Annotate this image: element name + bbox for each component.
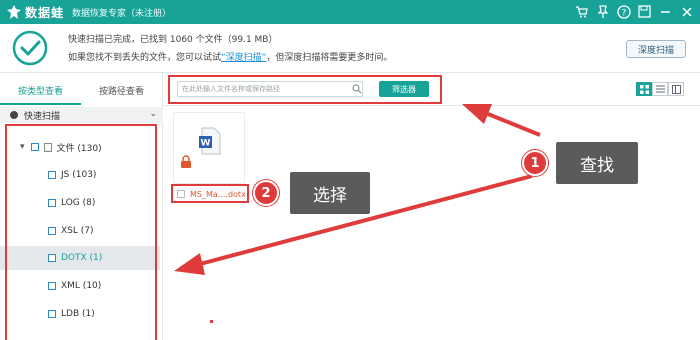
scan-status-panel: 快速扫描已完成，已找到 1060 个文件（99.1 MB） 如果您找不到丢失的文… — [0, 24, 700, 72]
svg-text:?: ? — [621, 8, 626, 18]
deep-scan-button[interactable]: 深度扫描 — [626, 40, 686, 58]
help-icon[interactable]: ? — [616, 4, 631, 19]
close-icon[interactable] — [679, 4, 694, 19]
annotation-box-search — [168, 75, 442, 104]
tab-by-path[interactable]: 按路径查看 — [81, 83, 162, 105]
quick-scan-dot-icon — [10, 111, 18, 119]
app-logo: 数据蛙 — [6, 4, 64, 21]
hint-text-after: ，但深度扫描将需要更多时间。 — [266, 53, 393, 63]
svg-text:W: W — [201, 139, 211, 149]
cart-icon[interactable] — [574, 4, 589, 19]
callout-select: 选择 — [290, 172, 370, 214]
app-name: 数据蛙 — [25, 5, 65, 20]
annotation-box-tree — [5, 124, 157, 340]
hint-text-before: 如果您找不到丢失的文件，您可以试试 — [68, 53, 222, 63]
file-tile[interactable]: W — [173, 112, 245, 184]
arrow-head-tree — [174, 253, 205, 275]
quick-scan-label: 快速扫描 — [24, 111, 61, 122]
list-view-icon[interactable] — [652, 82, 668, 96]
callout-number-1: 1 — [522, 150, 548, 176]
quick-scan-header[interactable]: 快速扫描 ⌄ — [0, 107, 163, 123]
app-window: 数据蛙 数据恢复专家（未注册） ? 快速扫描已完成，已找到 1060 个文件（9… — [0, 0, 700, 340]
minimize-icon[interactable] — [658, 4, 673, 19]
deep-scan-hint: 如果您找不到丢失的文件，您可以试试“深度扫描”，但深度扫描将需要更多时间。 — [68, 50, 392, 63]
pin-icon[interactable] — [595, 4, 610, 19]
app-subtitle: 数据恢复专家（未注册） — [72, 8, 172, 19]
lock-icon — [181, 155, 191, 168]
arrow-to-search — [487, 112, 541, 137]
callout-find: 查找 — [556, 142, 638, 184]
check-circle-icon — [12, 30, 48, 66]
save-icon[interactable] — [637, 4, 652, 19]
tab-by-type[interactable]: 按类型查看 — [0, 83, 81, 105]
arrow-head-search — [462, 104, 492, 124]
view-tabs: 按类型查看 按路径查看 — [0, 83, 163, 105]
red-dot-marker — [210, 320, 213, 323]
frog-logo-icon — [7, 5, 21, 19]
title-icons: ? — [574, 4, 694, 19]
annotation-box-file — [171, 184, 249, 203]
toolbar-divider — [163, 105, 700, 106]
grid-view-icon[interactable] — [636, 82, 652, 96]
view-mode-switch — [636, 82, 684, 96]
deep-scan-link[interactable]: “深度扫描” — [221, 53, 266, 63]
word-document-icon: W — [199, 127, 221, 155]
title-bar: 数据蛙 数据恢复专家（未注册） ? — [0, 0, 700, 24]
detail-view-icon[interactable] — [668, 82, 684, 96]
chevron-down-icon[interactable]: ⌄ — [149, 109, 157, 119]
callout-number-2: 2 — [253, 180, 279, 206]
scan-result-text: 快速扫描已完成，已找到 1060 个文件（99.1 MB） — [68, 35, 278, 45]
